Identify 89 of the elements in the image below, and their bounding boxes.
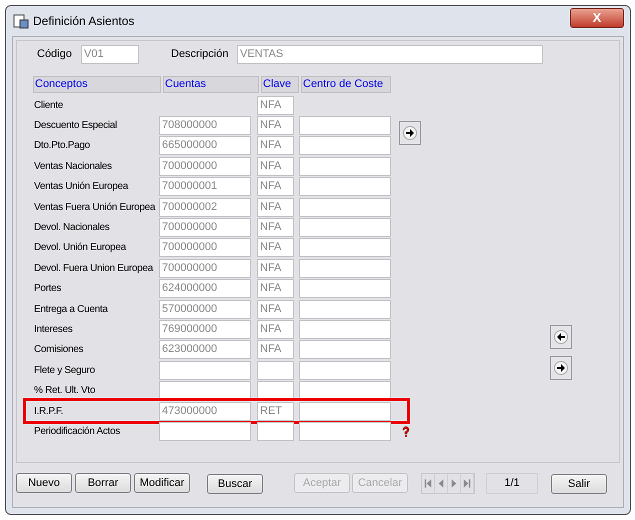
concept-label: Periodificación Actos <box>33 424 121 439</box>
cost-center-field[interactable] <box>299 320 391 339</box>
cost-center-field[interactable] <box>299 238 391 258</box>
action-button[interactable]: Buscar <box>207 474 263 494</box>
close-button[interactable]: X <box>570 8 624 28</box>
concept-label: Devol. Unión Europea <box>33 241 128 256</box>
cost-center-field[interactable] <box>299 116 391 136</box>
account-field[interactable]: 700000002 <box>159 198 251 217</box>
key-field[interactable]: NFA <box>257 177 294 196</box>
cost-center-field[interactable] <box>299 279 391 298</box>
codigo-field[interactable]: V01 <box>81 44 139 64</box>
cost-center-field[interactable] <box>299 402 391 421</box>
concept-label: Devol. Nacionales <box>33 221 110 236</box>
key-field[interactable]: NFA <box>257 198 294 217</box>
back-button[interactable] <box>550 325 572 349</box>
concept-label: Entrega a Cuenta <box>33 302 109 317</box>
account-field[interactable]: 700000000 <box>159 156 251 176</box>
key-field[interactable]: NFA <box>257 300 294 319</box>
action-button[interactable]: Borrar <box>75 473 131 493</box>
codigo-label: Código <box>37 46 73 62</box>
account-field[interactable] <box>159 422 251 441</box>
concept-label: Descuento Especial <box>33 119 118 134</box>
concept-label: Ventas Nacionales <box>33 160 113 174</box>
account-field[interactable]: 473000000 <box>159 402 251 421</box>
key-field[interactable]: NFA <box>257 136 294 156</box>
key-field[interactable] <box>257 360 294 380</box>
concept-label: Intereses <box>33 322 74 337</box>
cost-center-field[interactable] <box>299 218 391 238</box>
question-icon <box>400 426 412 438</box>
key-field[interactable]: NFA <box>257 116 294 136</box>
concept-label: Devol. Fuera Union Europea <box>33 262 154 276</box>
account-field[interactable]: 700000001 <box>159 177 251 196</box>
column-header: Centro de Coste <box>301 76 391 93</box>
record-counter: 1/1 <box>486 472 538 494</box>
concept-label: I.R.P.F. <box>33 404 64 419</box>
key-field[interactable]: NFA <box>257 320 294 339</box>
forward-button[interactable] <box>399 121 421 145</box>
cost-center-field[interactable] <box>299 340 391 360</box>
column-header: Conceptos <box>33 76 161 93</box>
key-field[interactable]: NFA <box>257 340 294 360</box>
window-icon <box>13 13 29 29</box>
concept-label: Ventas Fuera Unión Europea <box>33 200 156 215</box>
account-field[interactable]: 665000000 <box>159 136 251 156</box>
key-field[interactable] <box>257 422 294 441</box>
right-arrow-icon <box>403 126 417 140</box>
cost-center-field[interactable] <box>299 258 391 278</box>
concept-label: Cliente <box>33 98 64 113</box>
left-arrow-icon <box>554 330 568 344</box>
key-field[interactable]: NFA <box>257 96 294 115</box>
account-field[interactable]: 769000000 <box>159 320 251 339</box>
key-field[interactable]: NFA <box>257 156 294 176</box>
account-field[interactable]: 570000000 <box>159 300 251 319</box>
cost-center-field[interactable] <box>299 136 391 156</box>
window-title: Definición Asientos <box>33 13 134 30</box>
right-arrow-icon <box>554 361 568 375</box>
concept-label: Ventas Unión Europea <box>33 180 130 194</box>
action-button[interactable]: Modificar <box>134 473 190 493</box>
descripcion-field[interactable]: VENTAS <box>237 44 543 64</box>
concept-label: Portes <box>33 282 62 296</box>
column-header: Clave <box>261 76 299 93</box>
cost-center-field[interactable] <box>299 422 391 441</box>
concept-label: % Ret. Ult. Vto <box>33 384 96 398</box>
action-button[interactable]: Salir <box>551 474 607 494</box>
last-record-icon[interactable] <box>461 474 474 492</box>
key-field[interactable]: NFA <box>257 218 294 238</box>
cost-center-field[interactable] <box>299 300 391 319</box>
descripcion-label: Descripción <box>171 46 230 62</box>
key-field[interactable]: NFA <box>257 238 294 258</box>
account-field[interactable]: 700000000 <box>159 218 251 238</box>
action-button[interactable]: Nuevo <box>16 473 72 493</box>
key-field[interactable]: NFA <box>257 279 294 298</box>
first-record-icon[interactable] <box>422 474 435 492</box>
forward-button[interactable] <box>550 356 572 380</box>
concept-label: Dto.Pto.Pago <box>33 139 91 154</box>
cost-center-field[interactable] <box>299 177 391 196</box>
concept-label: Flete y Seguro <box>33 364 96 378</box>
cost-center-field[interactable] <box>299 360 391 380</box>
column-header: Cuentas <box>163 76 259 93</box>
cost-center-field[interactable] <box>299 198 391 217</box>
key-field[interactable]: RET <box>257 402 294 421</box>
account-field[interactable]: 700000000 <box>159 238 251 258</box>
concept-label: Comisiones <box>33 343 84 358</box>
account-field[interactable]: 708000000 <box>159 116 251 136</box>
account-field[interactable]: 623000000 <box>159 340 251 360</box>
key-field[interactable]: NFA <box>257 258 294 278</box>
account-field[interactable] <box>159 360 251 380</box>
cost-center-field[interactable] <box>299 156 391 176</box>
account-field[interactable]: 624000000 <box>159 279 251 298</box>
account-field[interactable]: 700000000 <box>159 258 251 278</box>
